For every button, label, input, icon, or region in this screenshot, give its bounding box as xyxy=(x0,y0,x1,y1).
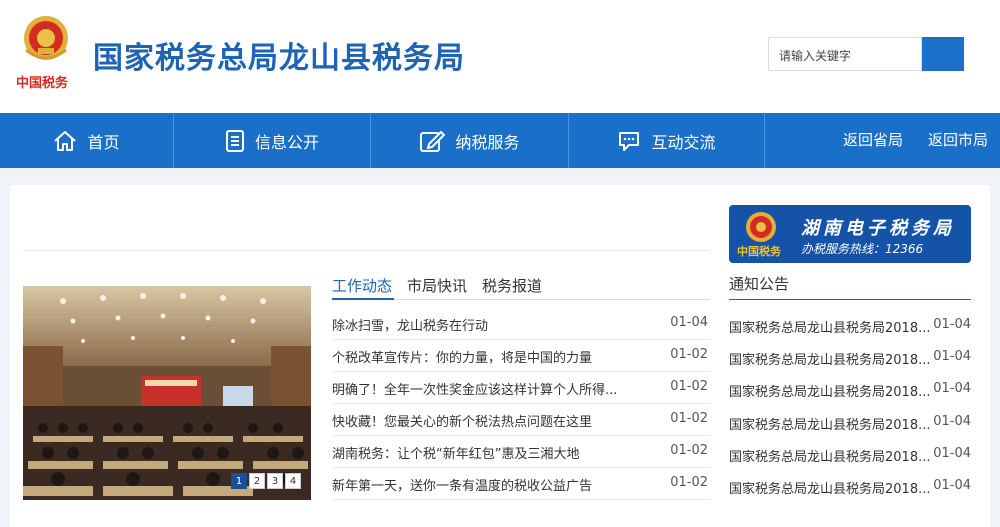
notice-item[interactable]: 国家税务总局龙山县税务局2018... 01-04 xyxy=(729,309,971,341)
active-tab-indicator xyxy=(332,298,394,300)
banner-title: 湖南电子税务局 xyxy=(801,218,955,239)
notice-item[interactable]: 国家税务总局龙山县税务局2018... 01-04 xyxy=(729,406,971,438)
tax-emblem-logo[interactable]: 中国税务 xyxy=(14,10,78,94)
notice-title[interactable]: 国家税务总局龙山县税务局2018... xyxy=(729,446,930,465)
document-icon xyxy=(225,129,244,152)
main-nav: 首页 信息公开 纳税服务 互动交流 返回省局 返回市局 xyxy=(0,113,1000,168)
notice-date: 01-04 xyxy=(933,349,971,364)
notice-item[interactable]: 国家税务总局龙山县税务局2018... 01-04 xyxy=(729,470,971,502)
notice-title[interactable]: 国家税务总局龙山县税务局2018... xyxy=(729,381,930,400)
news-title[interactable]: 个税改革宣传片：你的力量，将是中国的力量 xyxy=(332,347,592,366)
return-province-link[interactable]: 返回省局 xyxy=(843,113,903,168)
search-button[interactable] xyxy=(922,37,964,71)
notice-date: 01-04 xyxy=(933,317,971,332)
carousel-page-2[interactable]: 2 xyxy=(249,473,265,489)
nav-item-interact[interactable]: 互动交流 xyxy=(569,113,764,168)
news-title[interactable]: 明确了！全年一次性奖金应该这样计算个人所得... xyxy=(332,379,617,398)
notice-title[interactable]: 国家税务总局龙山县税务局2018... xyxy=(729,414,930,433)
site-header: 中国税务 国家税务总局龙山县税务局 请输入关键字 xyxy=(0,0,1000,113)
news-date: 01-02 xyxy=(670,475,708,490)
notice-title[interactable]: 国家税务总局龙山县税务局2018... xyxy=(729,478,930,497)
nav-label-service: 纳税服务 xyxy=(455,132,520,152)
notice-title[interactable]: 国家税务总局龙山县税务局2018... xyxy=(729,349,930,368)
news-title[interactable]: 除冰扫雪，龙山税务在行动 xyxy=(332,315,488,334)
notices-heading: 通知公告 xyxy=(729,275,790,293)
news-item[interactable]: 除冰扫雪，龙山税务在行动 01-04 xyxy=(332,308,710,340)
nav-label-home: 首页 xyxy=(87,132,120,152)
site-title: 国家税务总局龙山县税务局 xyxy=(93,41,465,76)
news-title[interactable]: 湖南税务：让个税“新年红包”惠及三湘大地 xyxy=(332,443,579,462)
tab-city-news[interactable]: 市局快讯 xyxy=(407,275,467,296)
notice-date: 01-04 xyxy=(933,478,971,493)
news-item[interactable]: 湖南税务：让个税“新年红包”惠及三湘大地 01-02 xyxy=(332,436,710,468)
carousel-page-1[interactable]: 1 xyxy=(231,473,247,489)
nav-item-service[interactable]: 纳税服务 xyxy=(371,113,568,168)
banner-hotline: 办税服务热线：12366 xyxy=(801,242,924,256)
notice-item[interactable]: 国家税务总局龙山县税务局2018... 01-04 xyxy=(729,373,971,405)
news-title[interactable]: 新年第一天，送你一条有温度的税收公益广告 xyxy=(332,475,592,494)
news-item[interactable]: 个税改革宣传片：你的力量，将是中国的力量 01-02 xyxy=(332,340,710,372)
news-item[interactable]: 明确了！全年一次性奖金应该这样计算个人所得... 01-02 xyxy=(332,372,710,404)
tab-work-news[interactable]: 工作动态 xyxy=(332,275,392,296)
conference-photo xyxy=(23,286,311,500)
news-date: 01-04 xyxy=(670,315,708,330)
news-date: 01-02 xyxy=(670,443,708,458)
news-item[interactable]: 新年第一天，送你一条有温度的税收公益广告 01-02 xyxy=(332,468,710,500)
chat-icon xyxy=(619,131,640,151)
nav-label-info: 信息公开 xyxy=(254,132,319,152)
news-date: 01-02 xyxy=(670,411,708,426)
search-input[interactable]: 请输入关键字 xyxy=(768,37,922,71)
news-photo-carousel[interactable] xyxy=(23,286,311,500)
edit-icon xyxy=(420,130,446,152)
nav-item-info[interactable]: 信息公开 xyxy=(174,113,370,168)
tax-emblem-icon xyxy=(746,212,776,242)
nav-label-interact: 互动交流 xyxy=(651,132,716,152)
nav-divider xyxy=(764,113,765,168)
news-item[interactable]: 快收藏！您最关心的新个税法热点问题在这里 01-02 xyxy=(332,404,710,436)
notices-divider xyxy=(729,299,971,300)
tab-tax-reports[interactable]: 税务报道 xyxy=(482,275,542,296)
nav-item-home[interactable]: 首页 xyxy=(0,113,173,168)
carousel-page-4[interactable]: 4 xyxy=(285,473,301,489)
return-city-link[interactable]: 返回市局 xyxy=(928,113,988,168)
news-date: 01-02 xyxy=(670,379,708,394)
e-tax-bureau-banner[interactable]: 中国税务 湖南电子税务局 办税服务热线：12366 xyxy=(729,205,971,263)
notice-item[interactable]: 国家税务总局龙山县税务局2018... 01-04 xyxy=(729,341,971,373)
carousel-page-3[interactable]: 3 xyxy=(267,473,283,489)
news-title[interactable]: 快收藏！您最关心的新个税法热点问题在这里 xyxy=(332,411,592,430)
logo-text: 中国税务 xyxy=(16,76,69,91)
banner-logo-text: 中国税务 xyxy=(737,245,781,258)
notice-date: 01-04 xyxy=(933,414,971,429)
notice-date: 01-04 xyxy=(933,446,971,461)
notice-date: 01-04 xyxy=(933,381,971,396)
section-divider xyxy=(23,250,710,251)
home-icon xyxy=(54,130,77,151)
notice-item[interactable]: 国家税务总局龙山县税务局2018... 01-04 xyxy=(729,438,971,470)
notice-title[interactable]: 国家税务总局龙山县税务局2018... xyxy=(729,317,930,336)
news-date: 01-02 xyxy=(670,347,708,362)
